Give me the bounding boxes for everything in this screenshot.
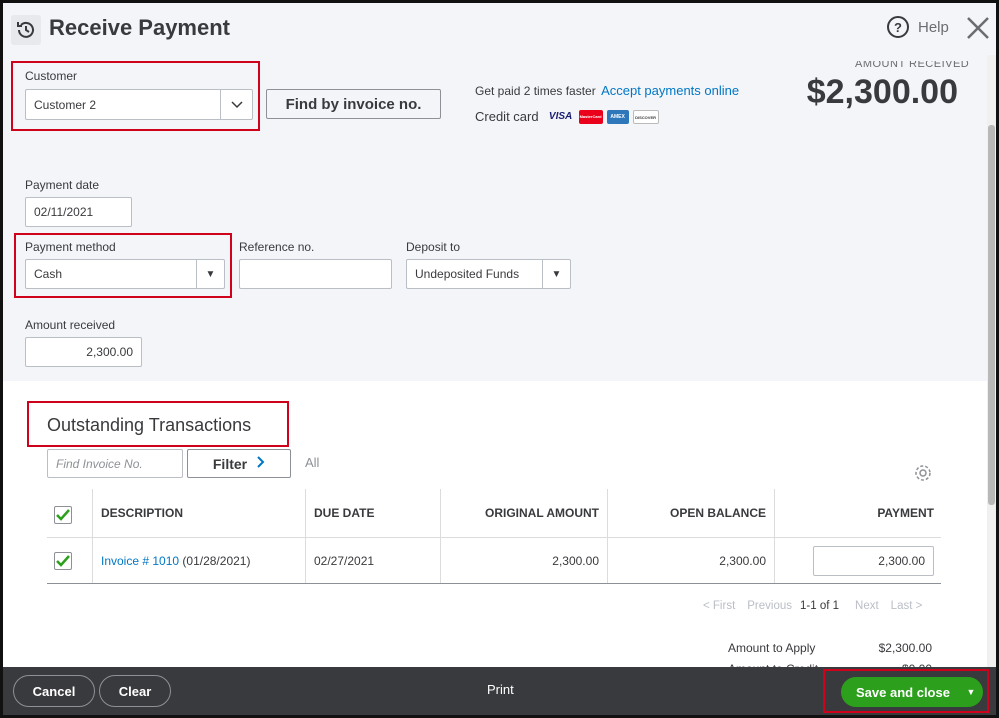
column-divider [305,489,306,583]
visa-icon: VISA [548,110,573,122]
deposit-to-label: Deposit to [406,240,461,254]
row-open-balance: 2,300.00 [719,554,766,568]
scrollbar-thumb[interactable] [988,125,995,505]
deposit-to-value: Undeposited Funds [415,267,520,281]
reference-input[interactable] [239,259,392,289]
row-description: Invoice # 1010 (01/28/2021) [101,554,250,568]
help-button[interactable]: ? Help [887,16,949,38]
chevron-down-icon[interactable] [220,90,252,119]
outstanding-title: Outstanding Transactions [47,415,252,435]
cancel-button[interactable]: Cancel [13,675,95,707]
filter-all-label: All [305,455,320,470]
invoice-link[interactable]: Invoice # 1010 [101,554,179,568]
caret-down-icon[interactable]: ▼ [196,260,224,288]
amount-received-caption: AMOUNT RECEIVED [855,61,970,70]
pagination-range: 1-1 of 1 [800,600,840,612]
receive-payment-window: Receive Payment ? Help Customer Customer… [0,0,999,718]
select-all-checkbox[interactable] [54,506,72,524]
page-title: Receive Payment [49,15,230,40]
help-label: Help [918,18,949,36]
deposit-to-select[interactable]: Undeposited Funds ▼ [406,259,571,289]
column-divider [440,489,441,583]
customer-value: Customer 2 [34,97,97,112]
gear-icon[interactable] [913,463,933,483]
promo-line: Get paid 2 times faster Accept payments … [475,83,739,98]
payment-date-input[interactable]: 02/11/2021 [25,197,132,227]
caret-down-icon[interactable]: ▼ [542,260,570,288]
row-due-date: 02/27/2021 [314,554,375,568]
footer-bar: Cancel Clear Print Save and close ▼ [3,667,996,715]
table-divider [47,537,941,538]
reference-label: Reference no. [239,240,315,254]
promo-text: Get paid 2 times faster [475,84,596,98]
filter-label: Filter [212,455,248,472]
payment-date-label: Payment date [25,178,100,192]
column-divider [607,489,608,583]
column-header-open-balance[interactable]: OPEN BALANCE [670,506,766,520]
column-header-description[interactable]: DESCRIPTION [101,506,183,520]
row-checkbox[interactable] [54,552,72,570]
form-header-area [3,3,996,381]
accept-payments-link[interactable]: Accept payments online [601,83,739,98]
credit-card-label: Credit card [475,109,539,124]
row-original-amount: 2,300.00 [552,554,599,568]
vertical-scrollbar[interactable] [987,55,996,667]
customer-label: Customer [25,69,78,83]
chevron-right-icon [257,455,265,473]
column-header-payment[interactable]: PAYMENT [877,506,934,520]
amount-received-value: 2,300.00 [86,345,133,359]
table-divider [47,583,941,584]
column-divider [92,489,93,583]
amount-received-label: Amount received [25,318,116,332]
column-divider [774,489,775,583]
row-payment-input[interactable]: 2,300.00 [813,546,934,576]
find-invoice-input[interactable]: Find Invoice No. [47,449,183,478]
clear-button[interactable]: Clear [99,675,171,707]
payment-method-label: Payment method [25,240,116,254]
amount-to-apply-value: $2,300.00 [878,641,932,655]
close-icon[interactable] [965,15,991,41]
pagination-first[interactable]: < First [703,600,735,612]
amex-icon: AMEX [606,109,629,124]
save-and-close-label: Save and close [856,684,950,700]
save-and-close-button[interactable]: Save and close ▼ [841,677,983,707]
find-invoice-placeholder: Find Invoice No. [56,456,143,471]
history-icon[interactable] [11,15,41,45]
amount-received-total: $2,300.00 [806,73,958,111]
find-by-invoice-button[interactable]: Find by invoice no. [266,89,441,119]
print-button[interactable]: Print [487,682,514,697]
pagination-previous[interactable]: Previous [747,600,792,612]
save-options-caret-icon[interactable]: ▼ [959,687,983,697]
payment-method-value: Cash [34,267,63,281]
pagination-next[interactable]: Next [855,600,879,612]
amount-to-apply-label: Amount to Apply [728,641,816,655]
pagination-last[interactable]: Last > [891,600,923,612]
pagination: < First Previous 1-1 of 1 Next Last > [703,600,922,612]
invoice-date: (01/28/2021) [182,554,251,568]
discover-icon: DISCOVER [632,109,659,124]
credit-card-row: Credit card VISA MasterCard AMEX DISCOVE… [475,109,659,124]
filter-button[interactable]: Filter [187,449,291,478]
payment-method-select[interactable]: Cash ▼ [25,259,225,289]
help-icon: ? [887,16,909,38]
column-header-original-amount[interactable]: ORIGINAL AMOUNT [485,506,599,520]
row-payment-value: 2,300.00 [878,554,925,568]
amount-received-input[interactable]: 2,300.00 [25,337,142,367]
column-header-due-date[interactable]: DUE DATE [314,506,374,520]
mastercard-icon: MasterCard [578,109,603,124]
customer-select[interactable]: Customer 2 [25,89,253,120]
